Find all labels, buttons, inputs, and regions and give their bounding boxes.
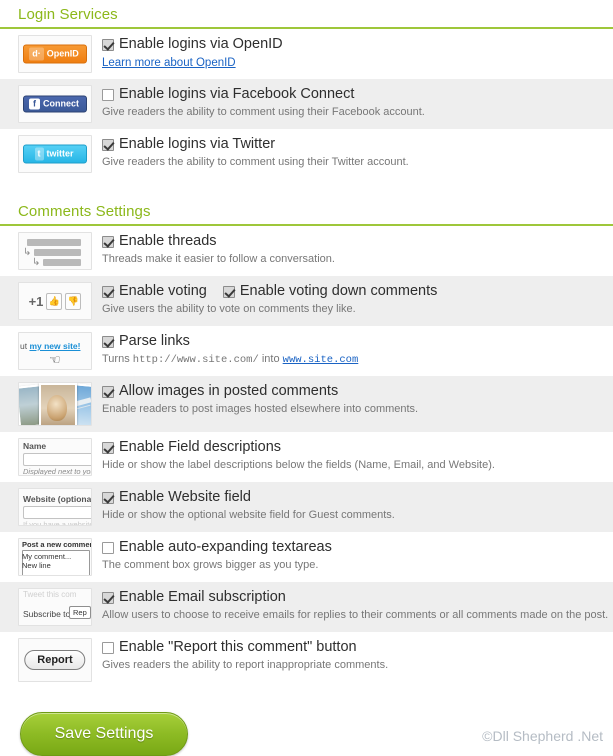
label-enable-openid: Enable logins via OpenID [119,36,283,52]
desc-email-subscription: Allow users to choose to receive emails … [102,609,609,621]
setting-row-website-field[interactable]: Website (optional) If you have a websit e… [0,482,613,532]
checkbox-enable-parse-links[interactable] [102,335,114,348]
textarea-preview-icon: Post a new comment My comment... New lin… [18,538,92,576]
learn-more-openid-link[interactable]: Learn more about OpenID [102,56,236,71]
checkbox-enable-report-button[interactable] [102,641,114,654]
label-enable-voting: Enable voting [119,283,207,299]
desc-parse-links: Turns http://www.site.com/ into www.site… [102,352,613,367]
watermark: ©Dll Shepherd .Net [482,728,603,744]
login-services-rows: d· OpenID Enable logins via OpenID Learn… [0,29,613,179]
label-enable-voting-down: Enable voting down comments [239,283,438,299]
twitter-mark: t [34,147,44,161]
checkbox-enable-twitter[interactable] [102,138,114,151]
facebook-badge-text: Connect [43,98,79,109]
desc-website-field: Hide or show the optional website field … [102,509,395,521]
checkbox-enable-field-descriptions[interactable] [102,441,114,454]
subscribe-thumb-text: Subscribe to [23,609,71,619]
desc-auto-expanding-textareas: The comment box grows bigger as you type… [102,559,319,571]
name-field-preview-icon: Name Displayed next to you [18,438,92,476]
label-allow-images: Allow images in posted comments [119,383,339,399]
website-field-thumb-hint: If you have a website, li [23,520,91,526]
label-enable-twitter: Enable logins via Twitter [119,136,276,152]
subscribe-preview-icon: Tweet this com Subscribe to Rep [18,588,92,626]
name-field-thumb-hint: Displayed next to you [23,467,92,476]
desc-allow-images: Enable readers to post images hosted els… [102,403,419,415]
setting-row-twitter[interactable]: t twitter Enable logins via Twitter Give… [0,129,613,179]
desc-parse-url-raw: http://www.site.com/ [132,354,259,366]
save-settings-button[interactable]: Save Settings [20,712,188,756]
setting-row-voting[interactable]: +1 👍 👎 Enable voting Enable voting down … [0,276,613,326]
desc-voting: Give users the ability to vote on commen… [102,303,356,315]
openid-badge-icon: d· OpenID [18,35,92,73]
desc-facebook-connect: Give readers the ability to comment usin… [102,106,425,118]
desc-twitter: Give readers the ability to comment usin… [102,156,409,168]
desc-field-descriptions: Hide or show the label descriptions belo… [102,459,495,471]
openid-badge-text: OpenID [46,48,79,59]
desc-report-button: Gives readers the ability to report inap… [102,659,389,671]
website-field-thumb-label: Website (optional) [23,494,92,504]
checkbox-enable-website-field[interactable] [102,491,114,504]
setting-row-openid[interactable]: d· OpenID Enable logins via OpenID Learn… [0,29,613,79]
label-report-button: Enable "Report this comment" button [119,639,357,655]
checkbox-enable-voting[interactable] [102,285,114,298]
setting-row-auto-expanding-textareas[interactable]: Post a new comment My comment... New lin… [0,532,613,582]
facebook-mark: f [29,98,40,110]
hand-cursor-icon: ☜ [49,353,61,368]
thumbs-down-icon: 👎 [65,292,82,310]
report-thumb-button-label: Report [24,650,86,670]
openid-mark: d· [29,47,44,61]
checkbox-enable-threads[interactable] [102,235,114,248]
label-enable-website-field: Enable Website field [119,489,251,505]
label-auto-expanding-textareas: Enable auto-expanding textareas [119,539,332,555]
twitter-badge-text: twitter [46,148,74,159]
setting-row-facebook-connect[interactable]: f Connect Enable logins via Facebook Con… [0,79,613,129]
thumbs-up-icon: 👍 [46,292,63,310]
checkbox-enable-openid[interactable] [102,38,114,51]
photos-preview-icon [18,382,92,426]
checkbox-enable-email-subscription[interactable] [102,591,114,604]
threads-preview-icon: ↳ ↳ [18,232,92,270]
report-button-preview-icon: Report [18,638,92,682]
desc-threads: Threads make it easier to follow a conve… [102,253,335,265]
name-field-thumb-input [23,453,91,466]
setting-row-allow-images[interactable]: Allow images in posted comments Enable r… [0,376,613,432]
subscribe-thumb-select: Rep [69,606,91,619]
checkbox-allow-images[interactable] [102,385,114,398]
label-parse-links: Parse links [119,333,190,349]
subscribe-thumb-ghost-text: Tweet this com [23,590,77,599]
checkbox-enable-voting-down[interactable] [222,285,235,298]
desc-parse-prefix: Turns [102,353,133,365]
textarea-thumb-title: Post a new comment [22,540,92,549]
section-header-login-services: Login Services [0,0,613,29]
facebook-connect-badge-icon: f Connect [18,85,92,123]
setting-row-field-descriptions[interactable]: Name Displayed next to you Enable Field … [0,432,613,482]
textarea-thumb-line2: New line [22,561,51,570]
label-enable-field-descriptions: Enable Field descriptions [119,439,282,455]
parse-thumb-link[interactable]: my new site! [29,341,80,351]
checkbox-enable-facebook-connect[interactable] [102,88,114,101]
setting-row-threads[interactable]: ↳ ↳ Enable threads Threads make it easie… [0,226,613,276]
textarea-thumb-line1: My comment... [22,552,72,561]
vote-count-label: +1 [28,293,44,309]
desc-parse-mid: into [258,353,283,365]
settings-page: Login Services d· OpenID Enable logins v… [0,0,613,756]
website-field-thumb-input [23,506,91,519]
section-header-comments-settings: Comments Settings [0,197,613,226]
parse-links-preview-icon: ut my new site! ☜ [18,332,92,370]
name-field-thumb-label: Name [23,441,47,451]
setting-row-report-button[interactable]: Report Enable "Report this comment" butt… [0,632,613,688]
voting-preview-icon: +1 👍 👎 [18,282,92,320]
website-field-preview-icon: Website (optional) If you have a website… [18,488,92,526]
label-enable-facebook-connect: Enable logins via Facebook Connect [119,86,355,102]
checkbox-enable-auto-expanding-textareas[interactable] [102,541,114,554]
label-email-subscription: Enable Email subscription [119,589,286,605]
setting-row-email-subscription[interactable]: Tweet this com Subscribe to Rep Enable E… [0,582,613,632]
setting-row-parse-links[interactable]: ut my new site! ☜ Parse links Turns http… [0,326,613,376]
photo-thumb-cat [39,383,77,425]
desc-parse-url-link[interactable]: www.site.com [283,354,359,366]
twitter-badge-icon: t twitter [18,135,92,173]
label-enable-threads: Enable threads [119,233,217,249]
save-area: Save Settings [0,688,613,756]
comments-settings-rows: ↳ ↳ Enable threads Threads make it easie… [0,226,613,688]
